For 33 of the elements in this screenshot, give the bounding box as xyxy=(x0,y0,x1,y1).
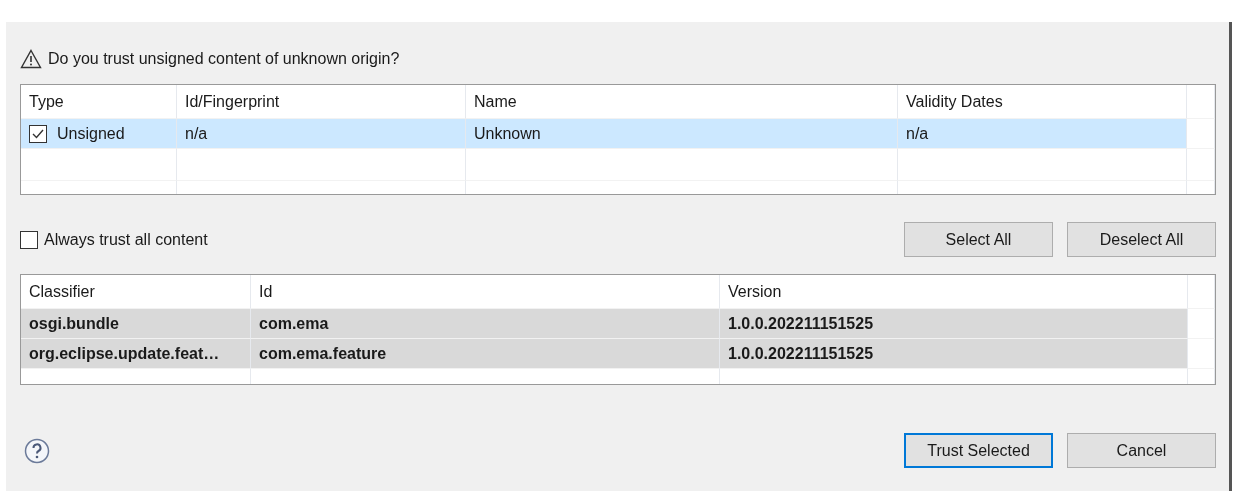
table-cell: Unknown xyxy=(466,119,898,149)
table-cell: 1.0.0.202211151525 xyxy=(720,339,1188,369)
checkbox[interactable] xyxy=(20,230,38,249)
empty-table-cell xyxy=(1187,85,1215,119)
column-header[interactable]: Name xyxy=(466,85,898,119)
empty-table-cell xyxy=(1187,119,1215,149)
selection-button[interactable]: Deselect All xyxy=(1067,222,1216,257)
dialog-button[interactable]: Cancel xyxy=(1067,433,1216,468)
table-cell: n/a xyxy=(177,119,466,149)
table-cell: n/a xyxy=(898,119,1187,149)
table-cell: osgi.bundle xyxy=(21,309,251,339)
table-cell: com.ema.feature xyxy=(251,339,720,369)
empty-table-cell xyxy=(1187,149,1215,181)
column-header[interactable]: Id/Fingerprint xyxy=(177,85,466,119)
table-cell: com.ema xyxy=(251,309,720,339)
dialog-button[interactable]: Trust Selected xyxy=(904,433,1053,468)
checkbox-label: Always trust all content xyxy=(44,230,208,249)
table-cell: org.eclipse.update.feat… xyxy=(21,339,251,369)
empty-table-cell xyxy=(1188,309,1215,339)
column-header[interactable]: Validity Dates xyxy=(898,85,1187,119)
checkbox[interactable] xyxy=(29,124,47,143)
selection-button[interactable]: Select All xyxy=(904,222,1053,257)
warning-icon xyxy=(20,49,42,69)
column-header[interactable]: Id xyxy=(251,275,720,309)
empty-table-cell xyxy=(1188,275,1215,309)
table-cell: Unsigned xyxy=(57,124,125,143)
help-icon[interactable] xyxy=(24,437,50,464)
column-header[interactable]: Classifier xyxy=(21,275,251,309)
column-header[interactable]: Type xyxy=(21,85,177,119)
trust-question: Do you trust unsigned content of unknown origin? xyxy=(48,50,400,68)
table-cell: 1.0.0.202211151525 xyxy=(720,309,1188,339)
column-header[interactable]: Version xyxy=(720,275,1188,309)
empty-table-cell xyxy=(1188,339,1215,369)
